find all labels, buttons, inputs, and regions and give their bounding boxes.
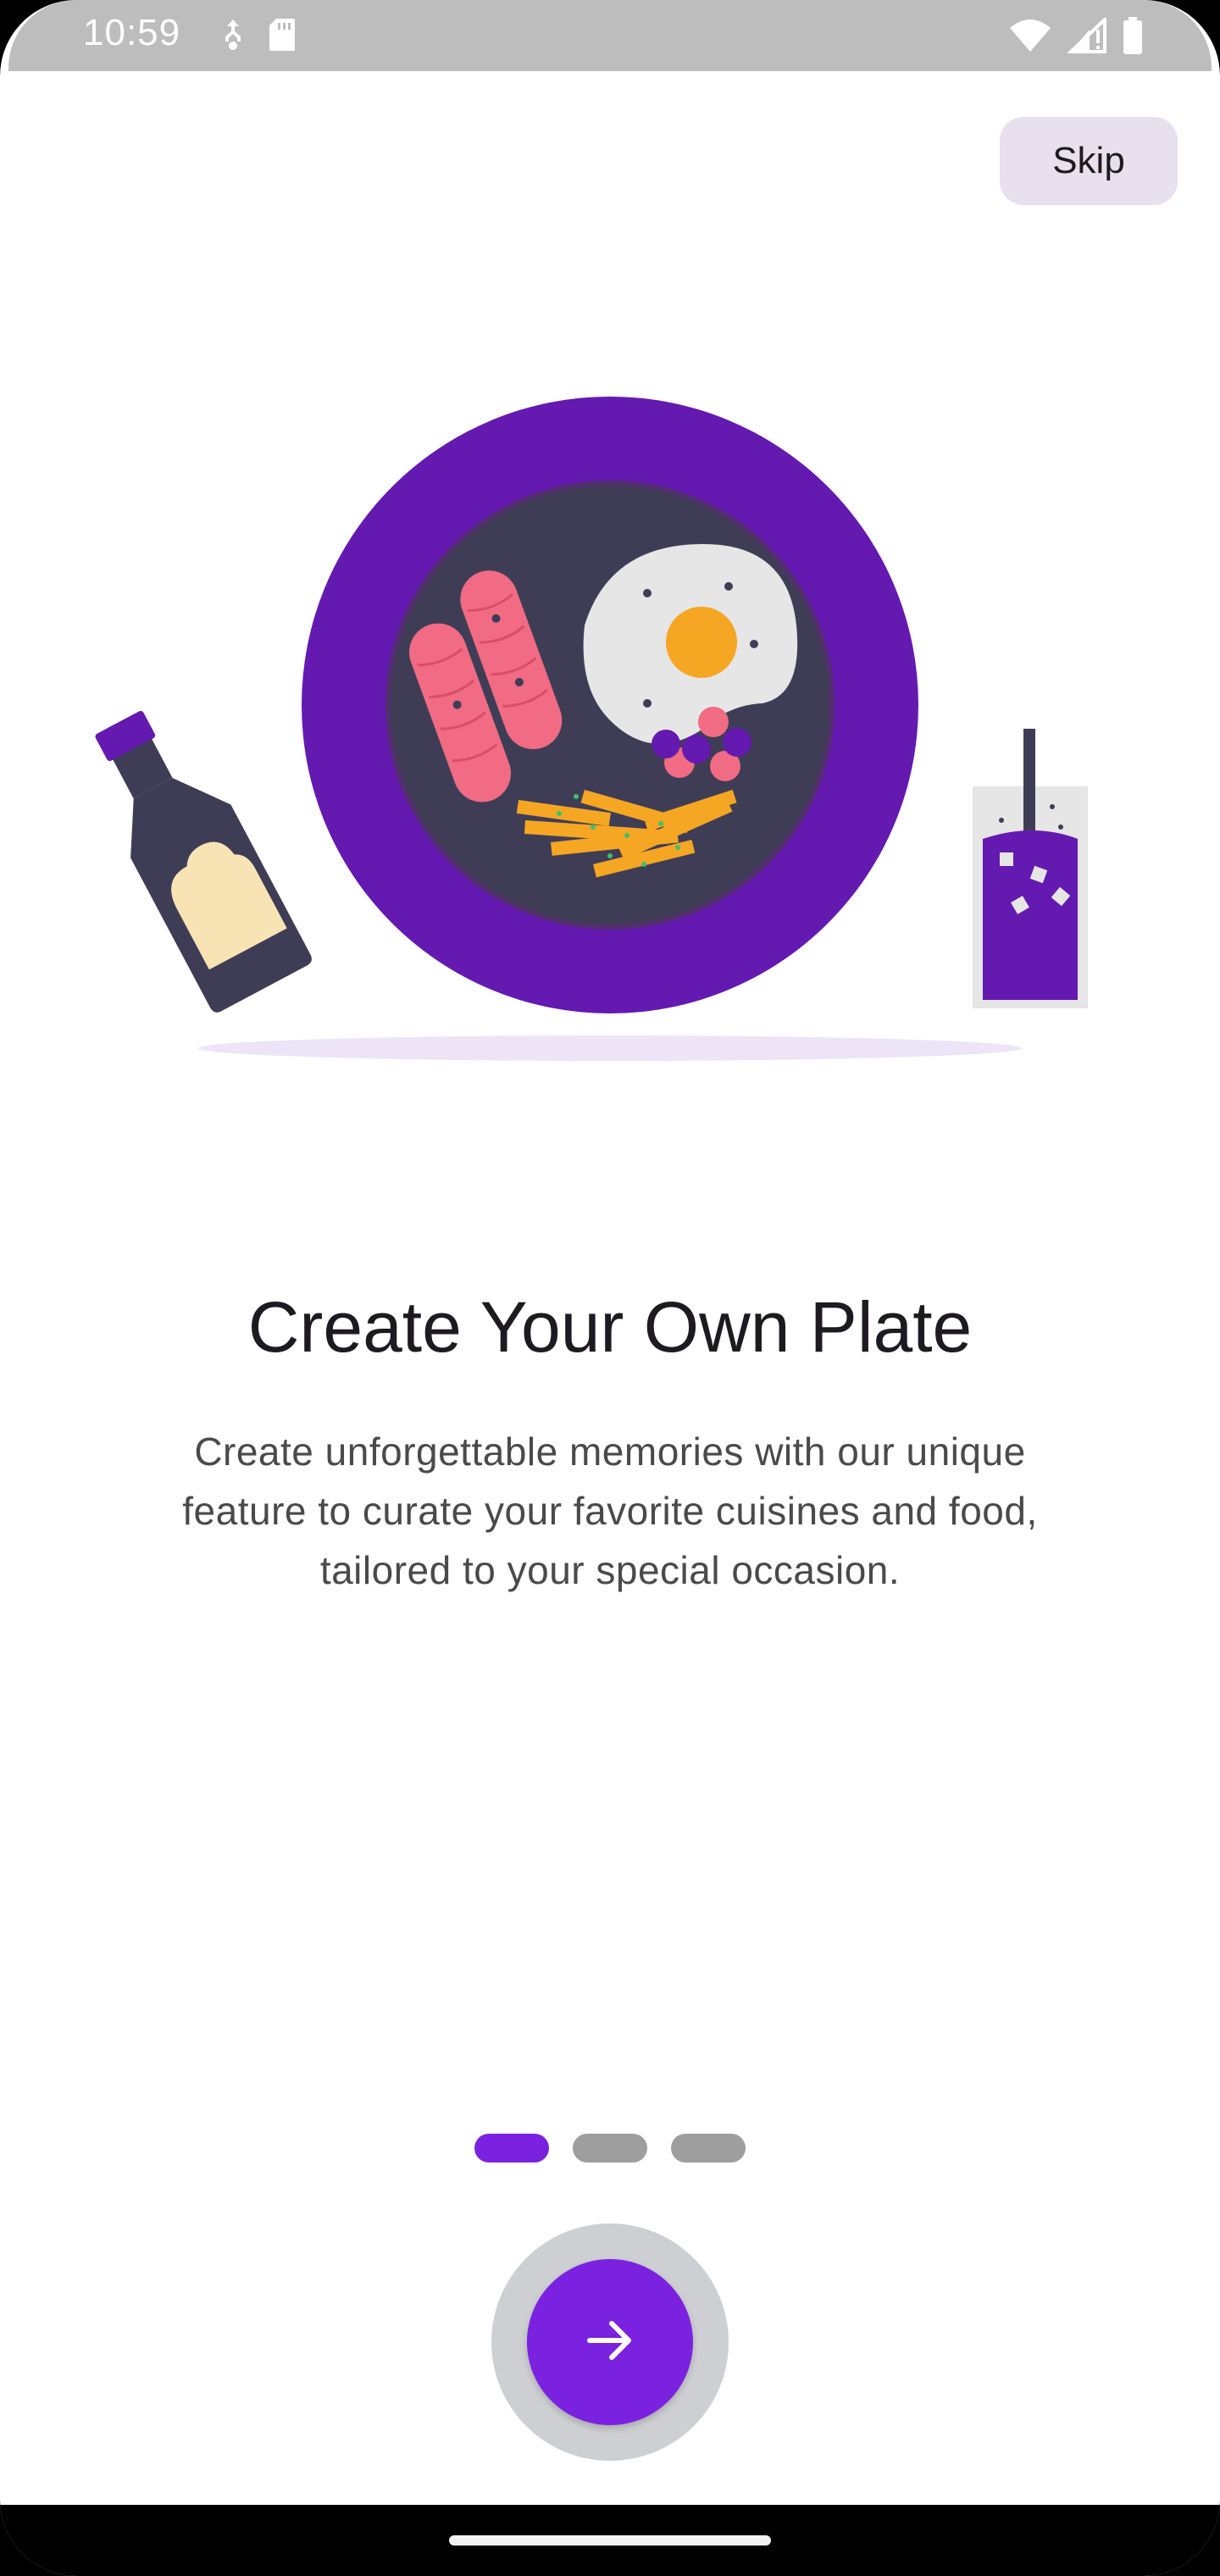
onboarding-title: Create Your Own Plate xyxy=(247,1287,973,1367)
status-left-icons xyxy=(219,17,297,53)
page-indicator xyxy=(0,2134,1220,2162)
battery-icon xyxy=(1122,17,1144,54)
usb-debug-icon xyxy=(219,18,247,52)
page-indicator-dot-active[interactable] xyxy=(474,2134,549,2162)
status-right-icons xyxy=(1008,17,1144,54)
screen: 10:59 Skip Create Your Own Plate Create … xyxy=(0,0,1220,2576)
page-indicator-dot[interactable] xyxy=(573,2134,647,2162)
sd-card-icon xyxy=(268,17,297,53)
drink-glass xyxy=(973,729,1088,1008)
table-shadow xyxy=(198,1035,1022,1061)
arrow-right-icon xyxy=(583,2313,637,2372)
skip-button[interactable]: Skip xyxy=(1000,117,1178,205)
plate-with-food-illustration xyxy=(0,356,1220,1119)
page-indicator-dot[interactable] xyxy=(671,2134,746,2162)
wifi-icon xyxy=(1008,18,1052,53)
status-bar: 10:59 xyxy=(8,0,1212,71)
next-button[interactable] xyxy=(527,2259,693,2425)
cellular-signal-icon xyxy=(1068,18,1106,53)
sauce-bottle xyxy=(95,710,312,1013)
onboarding-description: Create unforgettable memories with our u… xyxy=(182,1430,1038,1592)
home-handle[interactable] xyxy=(449,2535,771,2545)
status-time: 10:59 xyxy=(83,12,181,53)
egg-yolk xyxy=(666,607,737,678)
